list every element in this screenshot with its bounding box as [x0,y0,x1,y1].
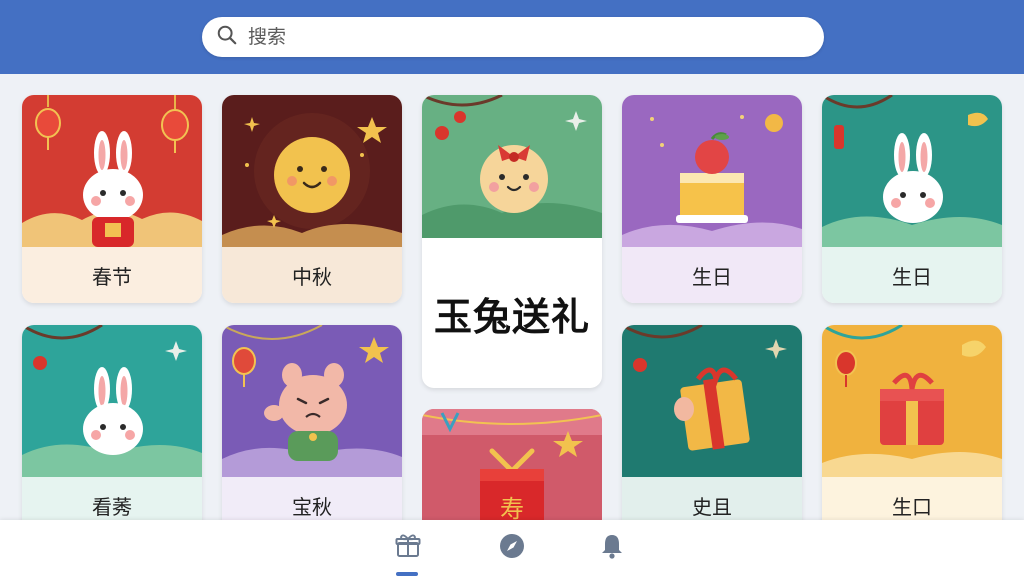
card-illustration [222,95,402,247]
card-illustration [22,95,202,247]
card-illustration [622,95,802,247]
nav-discover-tab[interactable] [494,530,530,566]
bell-icon [598,532,626,564]
card-bear-purple[interactable]: 宝秋 [222,325,402,533]
card-gift-dark-teal[interactable]: 史且 [622,325,802,533]
search-bar[interactable] [202,17,824,57]
nav-gifts-tab[interactable] [390,530,426,566]
bottom-navigation [0,520,1024,576]
card-label: 春节 [22,247,202,303]
card-label: 中秋 [222,247,402,303]
card-label: 生日 [822,247,1002,303]
card-illustration [822,95,1002,247]
card-illustration [422,95,602,238]
svg-text:寿: 寿 [500,495,524,523]
card-rabbit-teal[interactable]: 看莠 [22,325,202,533]
card-birthday-cake[interactable]: 生日 [622,95,802,303]
card-illustration [22,325,202,477]
compass-icon [498,532,526,564]
search-icon [216,24,238,50]
card-illustration [622,325,802,477]
nav-active-indicator [396,572,418,576]
card-featured-jade-rabbit-gift[interactable]: 玉兔送礼 [422,95,602,388]
gift-icon [394,532,422,564]
card-illustration [222,325,402,477]
card-label: 生日 [622,247,802,303]
nav-notifications-tab[interactable] [594,530,630,566]
card-spring-festival[interactable]: 春节 [22,95,202,303]
card-birthday-rabbit[interactable]: 生日 [822,95,1002,303]
card-mid-autumn[interactable]: 中秋 [222,95,402,303]
search-input[interactable] [248,26,808,48]
featured-card-title: 玉兔送礼 [433,294,590,339]
card-illustration [822,325,1002,477]
top-app-bar [0,0,1024,74]
card-gift-orange[interactable]: 生口 [822,325,1002,533]
